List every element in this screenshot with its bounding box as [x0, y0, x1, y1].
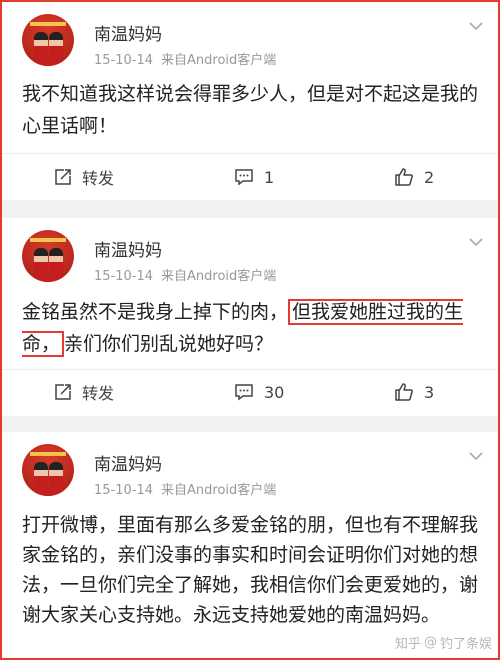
comment-count: 1: [264, 167, 275, 187]
watermark-at: @: [423, 635, 437, 650]
repost-icon: [55, 169, 71, 185]
chevron-down-icon[interactable]: [468, 20, 484, 32]
post-meta: 15-10-14 来自Android客户端: [94, 265, 276, 284]
action-bar: 转发 30 3: [2, 372, 498, 412]
repost-button[interactable]: 转发: [54, 372, 114, 412]
post-gap: [2, 416, 498, 432]
divider: [2, 153, 498, 154]
like-count: 2: [424, 167, 435, 187]
like-button[interactable]: 3: [394, 372, 434, 412]
weibo-post: 南温妈妈 15-10-14 来自Android客户端 我不知道我这样说会得罪多少人…: [2, 2, 498, 200]
like-count: 3: [424, 382, 435, 402]
thumbs-up-icon: [395, 383, 413, 401]
repost-icon: [55, 384, 71, 400]
watermark-user: 钓了条娱: [439, 637, 492, 652]
post-date: 15-10-14: [94, 269, 154, 284]
post-date: 15-10-14: [94, 483, 154, 498]
post-source: 来自Android客户端: [161, 483, 277, 498]
action-bar: 转发 1 2: [2, 157, 498, 197]
comment-button[interactable]: 1: [234, 157, 274, 197]
post-gap: [2, 200, 498, 218]
like-button[interactable]: 2: [394, 157, 434, 197]
weibo-post: 南温妈妈 15-10-14 来自Android客户端 金铭虽然不是我身上掉下的肉，…: [2, 218, 498, 416]
avatar[interactable]: [22, 14, 74, 66]
post-date: 15-10-14: [94, 53, 154, 68]
watermark-site: 知乎: [394, 637, 421, 652]
post-source: 来自Android客户端: [161, 53, 277, 68]
chevron-down-icon[interactable]: [468, 450, 484, 462]
post-source: 来自Android客户端: [161, 269, 277, 284]
avatar[interactable]: [22, 444, 74, 496]
weibo-post: 南温妈妈 15-10-14 来自Android客户端 打开微博，里面有那么多爱金铭…: [2, 432, 498, 658]
comment-icon: [235, 169, 253, 186]
comment-count: 30: [264, 382, 285, 402]
repost-button[interactable]: 转发: [54, 157, 114, 197]
watermark: 知乎 @ 钓了条娱: [395, 633, 492, 652]
comment-icon: [235, 384, 253, 401]
repost-label: 转发: [82, 169, 115, 188]
author-name[interactable]: 南温妈妈: [94, 20, 162, 45]
post-meta: 15-10-14 来自Android客户端: [94, 479, 276, 498]
post-meta: 15-10-14 来自Android客户端: [94, 49, 276, 68]
chevron-down-icon[interactable]: [468, 236, 484, 248]
author-name[interactable]: 南温妈妈: [94, 450, 162, 475]
repost-label: 转发: [82, 384, 115, 403]
comment-button[interactable]: 30: [234, 372, 284, 412]
thumbs-up-icon: [395, 168, 413, 186]
post-text: 打开微博，里面有那么多爱金铭的朋，但也有不理解我家金铭的，亲们没事的事实和时间会…: [22, 514, 479, 626]
divider: [2, 369, 498, 370]
author-name[interactable]: 南温妈妈: [94, 236, 162, 261]
post-text: 金铭虽然不是我身上掉下的肉， 但我爱她胜过我的生命， 亲们你们别乱说她好吗？: [22, 299, 464, 357]
avatar[interactable]: [22, 230, 74, 282]
post-text: 我不知道我这样说会得罪多少人，但是对不起这是我的心里话啊！: [22, 83, 479, 137]
